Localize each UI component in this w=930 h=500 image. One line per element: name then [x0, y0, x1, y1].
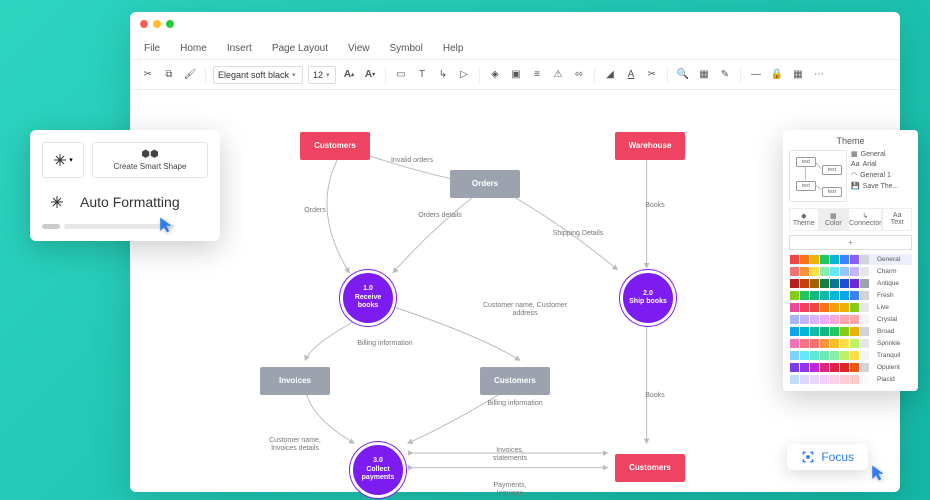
pen-icon[interactable]: ✎ [717, 67, 733, 83]
focus-button[interactable]: Focus [787, 444, 868, 470]
font-select[interactable]: Elegant soft black [213, 66, 303, 84]
text-tool-icon[interactable]: T [414, 67, 430, 83]
group-icon[interactable]: ▣ [508, 67, 524, 83]
pointer-icon[interactable]: ▷ [456, 67, 472, 83]
theme-opt-save[interactable]: 💾Save The... [851, 182, 912, 190]
menu-home[interactable]: Home [180, 43, 207, 54]
menubar: File Home Insert Page Layout View Symbol… [130, 38, 900, 60]
label-invstmt: Invoices, statements [480, 447, 540, 462]
node-customers-mid[interactable]: Customers [480, 367, 550, 395]
add-scheme-button[interactable]: + [789, 235, 912, 250]
copy-icon[interactable]: ⧉ [161, 67, 177, 83]
theme-title: Theme [789, 136, 912, 146]
theme-opt-font[interactable]: AaArial [851, 161, 912, 168]
search-icon[interactable]: 🔍 [675, 67, 691, 83]
scheme-general[interactable]: General [789, 254, 912, 265]
label-books2: Books [625, 392, 685, 400]
node-customers-top[interactable]: Customers [300, 132, 370, 160]
scheme-tranquil[interactable]: Tranquil [789, 350, 912, 361]
fill-icon[interactable]: ◢ [602, 67, 618, 83]
max-dot[interactable] [166, 20, 174, 28]
size-icon[interactable]: ⬄ [571, 67, 587, 83]
menu-view[interactable]: View [348, 43, 370, 54]
theme-opt-general[interactable]: ▦General [851, 150, 912, 158]
smart-panel: ▾ ⬢⬢ Create Smart Shape Auto Formatting [30, 130, 220, 241]
create-smart-shape-button[interactable]: ⬢⬢ Create Smart Shape [92, 142, 208, 178]
canvas[interactable]: Customers Warehouse Orders 1.0 Receive b… [150, 102, 880, 492]
scheme-sprinkle[interactable]: Sprinkle [789, 338, 912, 349]
grid-icon[interactable]: ▦ [790, 67, 806, 83]
sparkle-button[interactable]: ▾ [42, 142, 84, 178]
auto-formatting-label[interactable]: Auto Formatting [80, 194, 180, 210]
format-slider[interactable] [42, 224, 208, 229]
cursor-icon-2 [870, 464, 888, 482]
label-custinv: Customer name, Invoices details [260, 437, 330, 452]
node-receive[interactable]: 1.0 Receive books [340, 270, 396, 326]
scheme-fresh[interactable]: Fresh [789, 290, 912, 301]
scheme-live[interactable]: Live [789, 302, 912, 313]
label-shipdet: Shipping Details [548, 230, 608, 238]
tab-text[interactable]: AaText [882, 208, 912, 231]
tab-color[interactable]: ▦Color [819, 208, 849, 231]
label-billing2: Billing information [485, 400, 545, 408]
menu-help[interactable]: Help [443, 43, 464, 54]
min-dot[interactable] [153, 20, 161, 28]
auto-format-icon[interactable] [42, 188, 72, 216]
theme-panel: Theme text text text text ▦General AaAri… [783, 130, 918, 391]
node-ship[interactable]: 2.0 Ship books [620, 270, 676, 326]
node-customers-bot[interactable]: Customers [615, 454, 685, 482]
cut-icon[interactable]: ✂ [140, 67, 156, 83]
menu-symbol[interactable]: Symbol [390, 43, 423, 54]
node-warehouse[interactable]: Warehouse [615, 132, 685, 160]
menu-insert[interactable]: Insert [227, 43, 252, 54]
crop-icon[interactable]: ✂ [644, 67, 660, 83]
warn-icon[interactable]: ⚠ [550, 67, 566, 83]
scheme-opulent[interactable]: Opulent [789, 362, 912, 373]
label-ordersdet: Orders details [410, 212, 470, 220]
node-invoices[interactable]: Invoices [260, 367, 330, 395]
scheme-crystal[interactable]: Crystal [789, 314, 912, 325]
toolbar: ✂ ⧉ 🖌 Elegant soft black 12 A▴ A▾ ▭ T ↳ … [130, 60, 900, 90]
shape-tool-icon[interactable]: ▭ [393, 67, 409, 83]
align-icon[interactable]: ≡ [529, 67, 545, 83]
font-increase-icon[interactable]: A▴ [341, 67, 357, 83]
label-books1: Books [625, 202, 685, 210]
label-payinq: Payments, Inquiries [480, 482, 540, 497]
theme-preview: text text text text [789, 150, 847, 202]
table-icon[interactable]: ▦ [696, 67, 712, 83]
more-icon[interactable]: ⋯ [811, 67, 827, 83]
font-decrease-icon[interactable]: A▾ [362, 67, 378, 83]
node-collect[interactable]: 3.0 Collect payments [350, 442, 406, 498]
label-orders: Orders [285, 207, 345, 215]
font-color-icon[interactable]: A [623, 67, 639, 83]
tab-theme[interactable]: ◆Theme [789, 208, 819, 231]
label-invalid: Invalid orders [382, 157, 442, 165]
window-controls [140, 20, 174, 28]
layers-icon[interactable]: ◈ [487, 67, 503, 83]
label-billing1: Billing information [355, 340, 415, 348]
connector-icon[interactable]: ↳ [435, 67, 451, 83]
tab-connector[interactable]: ↳Connector [848, 208, 882, 231]
scheme-charm[interactable]: Charm [789, 266, 912, 277]
focus-icon [801, 450, 815, 464]
size-select[interactable]: 12 [308, 66, 336, 84]
close-dot[interactable] [140, 20, 148, 28]
menu-pagelayout[interactable]: Page Layout [272, 43, 328, 54]
label-custaddr: Customer name, Customer address [480, 302, 570, 317]
scheme-broad[interactable]: Broad [789, 326, 912, 337]
menu-file[interactable]: File [144, 43, 160, 54]
paintbrush-icon[interactable]: 🖌 [182, 67, 198, 83]
lock-icon[interactable]: 🔒 [769, 67, 785, 83]
node-orders[interactable]: Orders [450, 170, 520, 198]
scheme-placid[interactable]: Placid [789, 374, 912, 385]
line-icon[interactable]: — [748, 67, 764, 83]
scheme-antique[interactable]: Antique [789, 278, 912, 289]
theme-opt-general1[interactable]: ◠General 1 [851, 171, 912, 179]
cursor-icon [158, 216, 176, 234]
